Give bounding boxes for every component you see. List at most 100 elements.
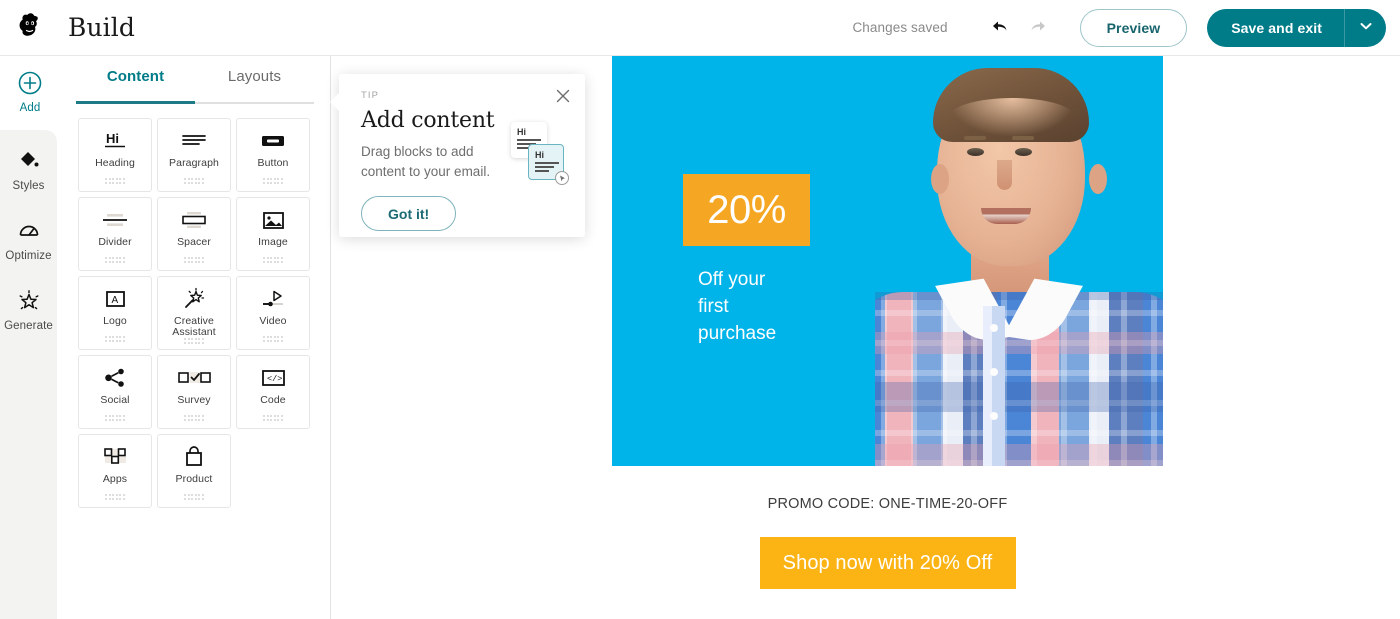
sidebar-item-optimize[interactable]: Optimize xyxy=(0,218,57,262)
block-divider[interactable]: Divider xyxy=(78,197,152,271)
block-creative-assistant[interactable]: Creative Assistant xyxy=(157,276,231,350)
sidebar-item-label: Styles xyxy=(12,180,45,192)
block-code[interactable]: </> Code xyxy=(236,355,310,429)
block-label: Social xyxy=(100,394,130,406)
drag-handle-icon[interactable] xyxy=(184,494,204,500)
logo-a-icon: A xyxy=(100,287,130,311)
shopping-bag-icon xyxy=(179,445,209,469)
block-label: Video xyxy=(259,315,287,327)
block-heading[interactable]: Hi Heading xyxy=(78,118,152,192)
content-panel: Content Layouts Hi Heading Paragraph But… xyxy=(60,56,331,619)
block-label: Logo xyxy=(103,315,127,327)
redo-button[interactable] xyxy=(1022,11,1056,45)
drag-handle-icon[interactable] xyxy=(184,338,204,344)
content-blocks-grid: Hi Heading Paragraph Button Divider Spac… xyxy=(60,104,330,508)
block-label: Survey xyxy=(177,394,211,406)
block-label: Spacer xyxy=(177,236,211,248)
block-label: Divider xyxy=(98,236,132,248)
shop-now-button[interactable]: Shop now with 20% Off xyxy=(759,537,1016,589)
sidebar-item-add[interactable]: Add xyxy=(0,70,60,114)
drag-handle-icon[interactable] xyxy=(105,494,125,500)
block-image[interactable]: Image xyxy=(236,197,310,271)
block-logo[interactable]: A Logo xyxy=(78,276,152,350)
smiling-man-in-plaid-shirt-photo xyxy=(875,56,1163,466)
magic-wand-icon xyxy=(179,287,209,311)
block-video[interactable]: Video xyxy=(236,276,310,350)
drag-handle-icon[interactable] xyxy=(105,257,125,263)
tab-layouts[interactable]: Layouts xyxy=(195,68,314,104)
drag-handle-icon[interactable] xyxy=(263,178,283,184)
illustration-card-front: Hi xyxy=(528,144,569,185)
redo-arrow-icon xyxy=(1028,15,1050,40)
sidebar-item-label: Add xyxy=(19,102,41,114)
block-label: Paragraph xyxy=(169,157,219,169)
page-title: Build xyxy=(68,13,135,42)
hero-subtitle-line3: purchase xyxy=(698,323,777,344)
block-spacer[interactable]: Spacer xyxy=(157,197,231,271)
hero-section[interactable]: 20% Off your first purchase xyxy=(612,56,1163,466)
svg-text:A: A xyxy=(112,295,119,306)
discount-badge: 20% xyxy=(683,174,810,246)
save-and-exit-button[interactable]: Save and exit xyxy=(1207,8,1344,47)
sidebar-item-label: Optimize xyxy=(5,250,52,262)
block-button[interactable]: Button xyxy=(236,118,310,192)
save-options-button[interactable] xyxy=(1344,8,1386,47)
svg-text:Hi: Hi xyxy=(106,131,119,146)
panel-tabs: Content Layouts xyxy=(60,56,330,104)
top-bar-actions: Changes saved Preview Save and exit xyxy=(852,8,1400,47)
drag-handle-icon[interactable] xyxy=(184,257,204,263)
drag-handle-icon[interactable] xyxy=(105,178,125,184)
tab-content[interactable]: Content xyxy=(76,68,195,104)
survey-checkbox-icon xyxy=(177,366,211,390)
sidebar-item-generate[interactable]: Generate xyxy=(0,288,57,332)
preview-button[interactable]: Preview xyxy=(1079,8,1188,47)
sidebar-item-styles[interactable]: Styles xyxy=(0,148,57,192)
drag-handle-icon[interactable] xyxy=(184,415,204,421)
paragraph-lines-icon xyxy=(179,129,209,153)
block-paragraph[interactable]: Paragraph xyxy=(157,118,231,192)
sparkle-star-icon xyxy=(17,288,41,314)
save-and-exit-split-button: Save and exit xyxy=(1207,8,1386,47)
illustration-lines-icon xyxy=(535,162,559,174)
drag-handle-icon[interactable] xyxy=(105,415,125,421)
drag-blocks-illustration: Hi Hi xyxy=(511,122,569,185)
mailchimp-freddie-logo[interactable] xyxy=(12,9,50,47)
block-label: Heading xyxy=(95,157,135,169)
block-label: Code xyxy=(260,394,286,406)
hero-subtitle-line1: Off your xyxy=(698,269,766,290)
chevron-down-icon xyxy=(1358,18,1374,37)
hero-subtitle: Off your first purchase xyxy=(698,266,776,347)
undo-arrow-icon xyxy=(988,15,1010,40)
close-icon[interactable] xyxy=(552,85,574,107)
sidebar-item-label: Generate xyxy=(4,320,53,332)
button-icon xyxy=(258,129,288,153)
cta-wrapper: Shop now with 20% Off xyxy=(612,512,1163,589)
drag-handle-icon[interactable] xyxy=(184,178,204,184)
block-apps[interactable]: Apps xyxy=(78,434,152,508)
drag-handle-icon[interactable] xyxy=(263,415,283,421)
block-label: Image xyxy=(258,236,288,248)
promo-code-text: PROMO CODE: ONE-TIME-20-OFF xyxy=(767,496,1008,512)
save-status-text: Changes saved xyxy=(852,20,948,35)
block-label: Button xyxy=(257,157,289,169)
heading-hi-icon: Hi xyxy=(100,129,130,153)
block-social[interactable]: Social xyxy=(78,355,152,429)
block-label: Creative Assistant xyxy=(172,315,216,338)
drag-handle-icon[interactable] xyxy=(263,336,283,342)
email-preview: 20% Off your first purchase PROMO CODE: … xyxy=(612,56,1163,589)
block-label: Apps xyxy=(102,473,128,485)
drag-handle-icon[interactable] xyxy=(105,336,125,342)
block-label: Product xyxy=(175,473,213,485)
undo-button[interactable] xyxy=(982,11,1016,45)
paint-diamond-icon xyxy=(17,148,41,174)
block-survey[interactable]: Survey xyxy=(157,355,231,429)
drag-handle-icon[interactable] xyxy=(263,257,283,263)
illustration-card-text: Hi xyxy=(535,150,544,160)
mailchimp-email-builder: Build Changes saved Preview Save and exi… xyxy=(0,0,1400,619)
tip-popover: TIP Add content Drag blocks to add conte… xyxy=(330,74,585,237)
block-product[interactable]: Product xyxy=(157,434,231,508)
left-rail-panel: Styles Optimize Generate xyxy=(0,130,57,619)
code-brackets-icon: </> xyxy=(258,366,288,390)
apps-grid-icon xyxy=(100,445,130,469)
got-it-button[interactable]: Got it! xyxy=(361,196,457,231)
